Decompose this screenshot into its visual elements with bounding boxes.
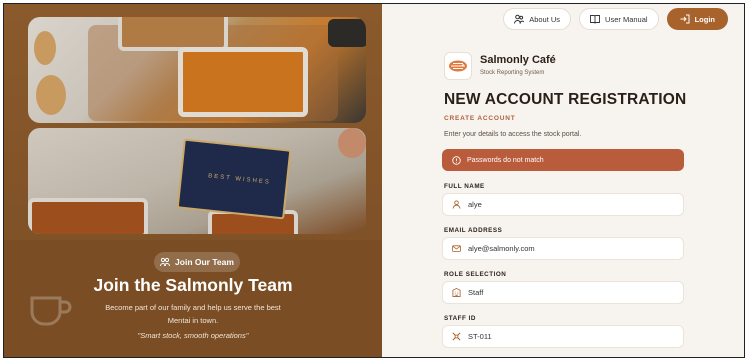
team-icon xyxy=(160,257,171,267)
brand-logo xyxy=(444,52,472,80)
role-label: ROLE SELECTION xyxy=(444,271,507,278)
about-us-label: About Us xyxy=(529,14,561,24)
people-icon xyxy=(514,14,525,24)
error-message: Passwords do not match xyxy=(467,156,544,164)
user-manual-button[interactable]: User Manual xyxy=(579,8,659,30)
top-nav: About Us User Manual Login xyxy=(503,8,728,30)
building-icon xyxy=(452,288,461,297)
salmon-logo-icon xyxy=(449,60,467,72)
greeting-card: BEST WISHES xyxy=(176,138,292,220)
hero-panel: BEST WISHES Join Our Team Join the Salmo… xyxy=(4,4,382,357)
id-icon xyxy=(452,332,461,341)
dessert-photo xyxy=(28,17,366,123)
staff-id-label: STAFF ID xyxy=(444,315,476,322)
alert-circle-icon xyxy=(452,155,461,165)
login-label: Login xyxy=(694,14,715,24)
user-icon xyxy=(452,200,461,209)
page-title: NEW ACCOUNT REGISTRATION xyxy=(444,91,687,108)
form-description: Enter your details to access the stock p… xyxy=(444,131,582,138)
registration-panel: About Us User Manual Login Salmonly Café… xyxy=(382,4,744,357)
section-subtitle: CREATE ACCOUNT xyxy=(444,115,516,122)
card-text: BEST WISHES xyxy=(207,173,272,186)
email-label: EMAIL ADDRESS xyxy=(444,227,503,234)
login-icon xyxy=(680,14,690,24)
login-button[interactable]: Login xyxy=(666,8,728,30)
about-us-button[interactable]: About Us xyxy=(503,8,572,30)
mail-icon xyxy=(452,245,461,252)
email-field[interactable]: alye@salmonly.com xyxy=(442,237,684,260)
hero-title: Join the Salmonly Team xyxy=(93,275,293,295)
book-icon xyxy=(590,15,600,24)
full-name-field[interactable]: alye xyxy=(442,193,684,216)
join-team-badge: Join Our Team xyxy=(154,252,240,272)
gift-card-photo: BEST WISHES xyxy=(28,128,366,234)
app-window: BEST WISHES Join Our Team Join the Salmo… xyxy=(3,3,745,358)
email-value: alye@salmonly.com xyxy=(468,244,535,253)
hero-description: Become part of our family and help us se… xyxy=(105,303,281,325)
staff-id-value: ST-011 xyxy=(468,332,492,341)
full-name-value: alye xyxy=(468,200,482,209)
error-alert: Passwords do not match xyxy=(442,149,684,171)
brand-subtitle: Stock Reporting System xyxy=(480,70,545,76)
hero-quote: "Smart stock, smooth operations" xyxy=(137,331,249,340)
role-select[interactable]: Staff xyxy=(442,281,684,304)
role-value: Staff xyxy=(468,288,484,297)
badge-label: Join Our Team xyxy=(175,257,234,267)
user-manual-label: User Manual xyxy=(605,14,648,24)
brand-name: Salmonly Café xyxy=(480,54,556,66)
full-name-label: FULL NAME xyxy=(444,183,485,190)
staff-id-field[interactable]: ST-011 xyxy=(442,325,684,348)
